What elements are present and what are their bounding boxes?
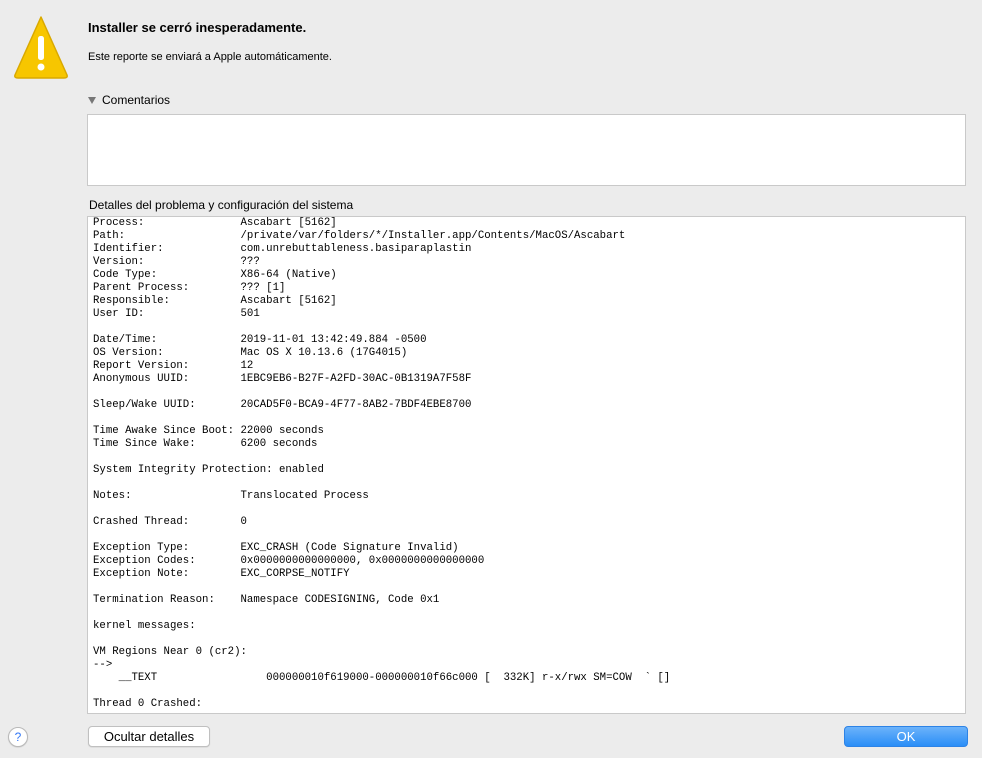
- dialog-subtitle: Este reporte se enviará a Apple automáti…: [88, 51, 332, 63]
- report-line: Parent Process: ??? [1]: [93, 282, 286, 294]
- report-line: Exception Note: EXC_CORPSE_NOTIFY: [93, 568, 350, 580]
- help-button[interactable]: ?: [8, 727, 28, 747]
- report-line: -->: [93, 659, 113, 671]
- report-line: [93, 503, 965, 516]
- report-line: Date/Time: 2019-11-01 13:42:49.884 -0500: [93, 334, 427, 346]
- report-line: Time Awake Since Boot: 22000 seconds: [93, 425, 324, 437]
- report-line: [93, 633, 965, 646]
- report-line: [93, 386, 965, 399]
- report-line: [93, 321, 965, 334]
- report-line: Identifier: com.unrebuttableness.basipar…: [93, 243, 472, 255]
- report-line: Exception Codes: 0x0000000000000000, 0x0…: [93, 555, 485, 567]
- report-line: Code Type: X86-64 (Native): [93, 269, 337, 281]
- comments-label: Comentarios: [102, 93, 171, 107]
- disclosure-triangle-icon[interactable]: [88, 96, 96, 104]
- details-text-view[interactable]: Process: Ascabart [5162] Path: /private/v…: [87, 216, 966, 714]
- report-line: OS Version: Mac OS X 10.13.6 (17G4015): [93, 347, 408, 359]
- hide-details-button[interactable]: Ocultar detalles: [88, 726, 210, 747]
- crash-report-text: Process: Ascabart [5162] Path: /private/v…: [88, 217, 965, 711]
- report-line: [93, 581, 965, 594]
- report-line: [93, 477, 965, 490]
- report-line: User ID: 501: [93, 308, 260, 320]
- report-line: __TEXT 000000010f619000-000000010f66c000…: [93, 672, 671, 684]
- report-line: Responsible: Ascabart [5162]: [93, 295, 337, 307]
- report-line: [93, 529, 965, 542]
- report-line: Thread 0 Crashed:: [93, 698, 203, 710]
- report-line: Termination Reason: Namespace CODESIGNIN…: [93, 594, 440, 606]
- report-line: [93, 607, 965, 620]
- report-line: Path: /private/var/folders/*/Installer.a…: [93, 230, 626, 242]
- report-line: Time Since Wake: 6200 seconds: [93, 438, 318, 450]
- report-line: [93, 412, 965, 425]
- report-line: VM Regions Near 0 (cr2):: [93, 646, 247, 658]
- report-line: Notes: Translocated Process: [93, 490, 369, 502]
- report-line: Version: ???: [93, 256, 260, 268]
- dialog-title: Installer se cerró inesperadamente.: [88, 20, 307, 35]
- report-line: [93, 685, 965, 698]
- warning-triangle-icon: [14, 16, 68, 79]
- ok-button[interactable]: OK: [844, 726, 968, 747]
- report-line: Report Version: 12: [93, 360, 254, 372]
- report-line: Anonymous UUID: 1EBC9EB6-B27F-A2FD-30AC-…: [93, 373, 472, 385]
- comments-textarea[interactable]: [87, 114, 966, 186]
- report-line: System Integrity Protection: enabled: [93, 464, 324, 476]
- comments-disclosure[interactable]: Comentarios: [88, 93, 170, 107]
- report-line: Sleep/Wake UUID: 20CAD5F0-BCA9-4F77-8AB2…: [93, 399, 472, 411]
- report-line: Crashed Thread: 0: [93, 516, 247, 528]
- details-label: Detalles del problema y configuración de…: [89, 198, 354, 212]
- report-line: Process: Ascabart [5162]: [93, 217, 337, 229]
- report-line: Exception Type: EXC_CRASH (Code Signatur…: [93, 542, 459, 554]
- report-line: kernel messages:: [93, 620, 196, 632]
- report-line: [93, 451, 965, 464]
